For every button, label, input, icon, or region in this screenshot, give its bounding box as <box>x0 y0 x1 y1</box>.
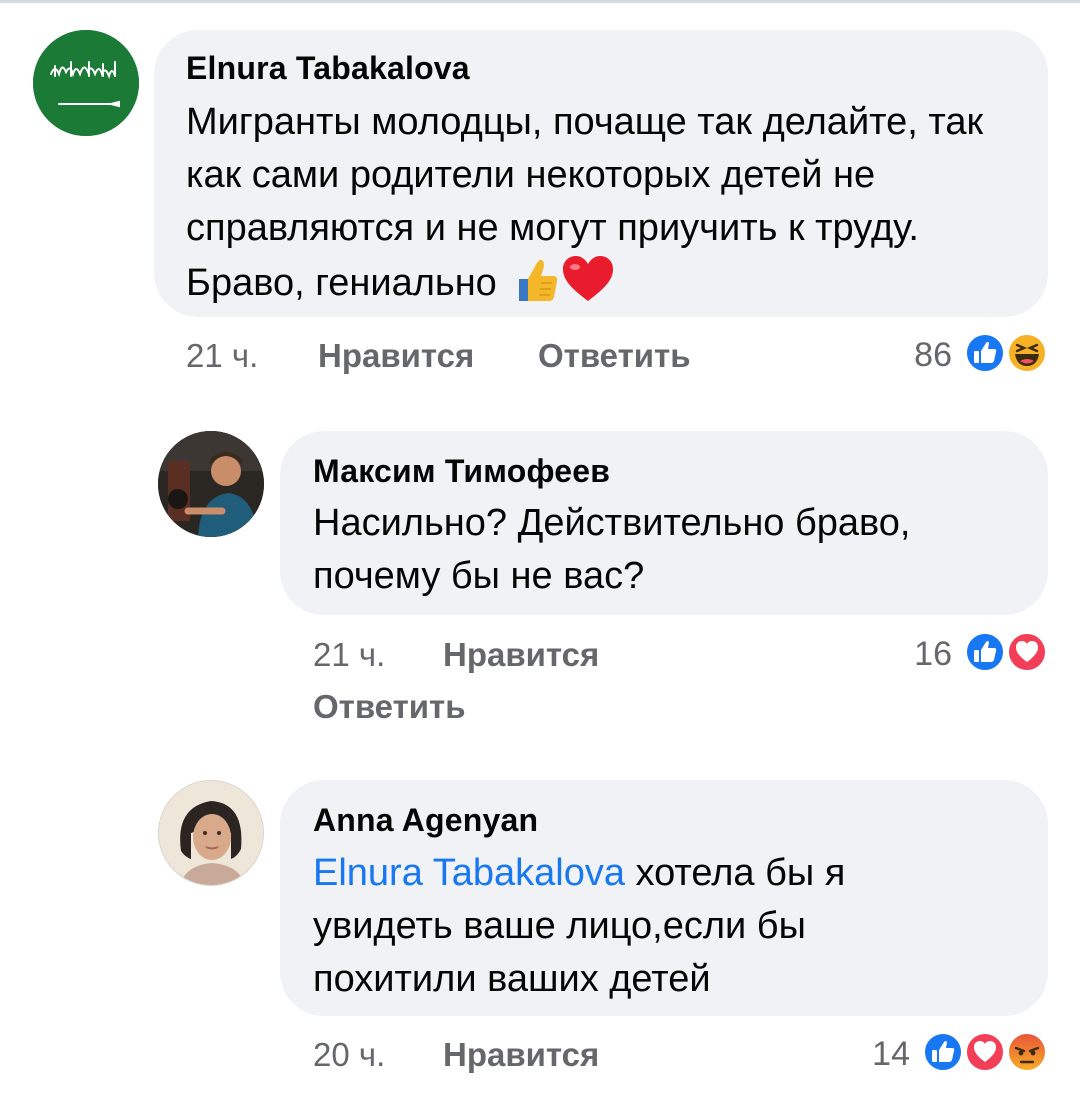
love-icon <box>1007 632 1047 672</box>
person-photo <box>158 431 264 537</box>
reaction-count[interactable]: 16 <box>890 635 952 674</box>
haha-icon <box>1007 333 1047 373</box>
comment-time[interactable]: 21 ч. <box>313 636 385 674</box>
avatar-maksim[interactable] <box>158 431 264 537</box>
comment-text: Elnura Tabakalova хотела бы я увидеть ва… <box>313 847 913 1006</box>
comment-time[interactable]: 21 ч. <box>186 337 258 375</box>
like-icon <box>923 1032 963 1072</box>
thumbs-up-emoji <box>519 259 558 301</box>
mention-link[interactable]: Elnura Tabakalova <box>313 852 625 894</box>
heart-emoji <box>563 256 614 301</box>
like-button[interactable]: Нравится <box>443 1036 599 1074</box>
like-button[interactable]: Нравится <box>443 636 599 674</box>
reaction-count[interactable]: 86 <box>890 336 952 375</box>
avatar-elnura[interactable] <box>33 30 139 136</box>
flag-icon <box>33 30 139 136</box>
comment-text: Мигранты молодцы, почаще так делайте, та… <box>186 96 1026 310</box>
comment-author[interactable]: Anna Agenyan <box>313 802 538 839</box>
angry-icon <box>1007 1032 1047 1072</box>
comment-text: Насильно? Действительно браво, почему бы… <box>313 502 911 597</box>
person-photo <box>159 781 263 885</box>
like-icon <box>965 632 1005 672</box>
comment-author[interactable]: Максим Тимофеев <box>313 453 610 490</box>
top-divider <box>0 0 1080 3</box>
like-button[interactable]: Нравится <box>318 337 474 375</box>
like-icon <box>965 333 1005 373</box>
love-icon <box>965 1032 1005 1072</box>
reply-button[interactable]: Ответить <box>313 688 466 726</box>
reply-button[interactable]: Ответить <box>538 337 691 375</box>
comment-time[interactable]: 20 ч. <box>313 1036 385 1074</box>
avatar-anna[interactable] <box>158 780 264 886</box>
comment-author[interactable]: Elnura Tabakalova <box>186 50 470 87</box>
reaction-count[interactable]: 14 <box>848 1035 910 1074</box>
